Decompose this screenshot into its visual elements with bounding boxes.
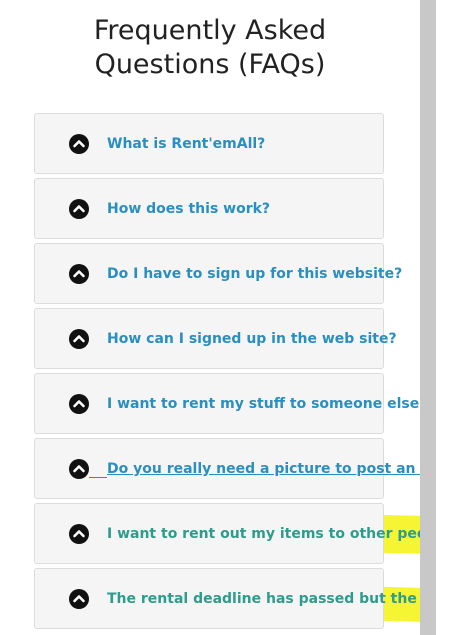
page-title: Frequently Asked Questions (FAQs) [93,15,327,80]
faq-item[interactable]: Do you really need a picture to post an … [34,438,420,499]
faq-item[interactable]: I want to rent my stuff to someone else.… [34,373,420,434]
chevron-up-circle-icon [69,264,89,284]
scrollbar[interactable] [420,0,436,635]
faq-accordion: What is Rent'emAll? How does this work? … [34,113,420,633]
faq-question-link[interactable]: I want to rent out my items to other peo… [107,524,420,544]
link-underline [89,477,107,478]
faq-question-link[interactable]: What is Rent'emAll? [107,134,265,154]
faq-item[interactable]: I want to rent out my items to other peo… [34,503,420,564]
faq-question-link[interactable]: Do I have to sign up for this website? [107,264,402,284]
chevron-up-circle-icon [69,459,89,479]
faq-question-link[interactable]: The rental deadline has passed but the b… [107,589,420,609]
chevron-up-circle-icon [69,134,89,154]
faq-question-link[interactable]: How does this work? [107,199,270,219]
faq-item[interactable]: How can I signed up in the web site? [34,308,397,369]
chevron-up-circle-icon [69,199,89,219]
chevron-up-circle-icon [69,329,89,349]
faq-item[interactable]: Do I have to sign up for this website? [34,243,402,304]
window-edge [436,0,462,635]
faq-item[interactable]: How does this work? [34,178,384,239]
chevron-up-circle-icon [69,394,89,414]
faq-page: Frequently Asked Questions (FAQs) What i… [0,0,420,635]
faq-question-link[interactable]: How can I signed up in the web site? [107,329,397,349]
chevron-up-circle-icon [69,589,89,609]
faq-item[interactable]: The rental deadline has passed but the b… [34,568,420,629]
faq-question-link[interactable]: Do you really need a picture to post an … [107,459,420,479]
chevron-up-circle-icon [69,524,89,544]
faq-item[interactable]: What is Rent'emAll? [34,113,384,174]
faq-question-link[interactable]: I want to rent my stuff to someone else.… [107,394,420,414]
